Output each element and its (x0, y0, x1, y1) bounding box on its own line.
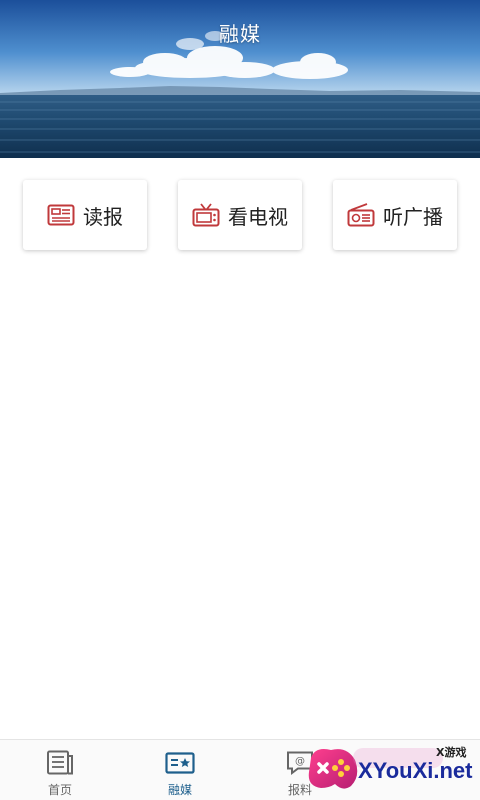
watch-tv-button[interactable]: 看电视 (178, 180, 302, 250)
watch-tv-label: 看电视 (228, 204, 288, 229)
tab-media[interactable]: 融媒 (120, 740, 240, 800)
svg-text:@: @ (295, 756, 305, 767)
page-title: 融媒 (219, 22, 261, 46)
app-root: 融媒 读报 看电视 听广播 首页 融媒 @ 报料 X游戏 XYouXi.net (0, 0, 480, 800)
tab-home[interactable]: 首页 (0, 740, 120, 800)
media-star-icon (165, 750, 195, 776)
header-banner: 融媒 (0, 0, 480, 158)
watermark-site-text: XYouXi.net (358, 758, 473, 783)
read-newspaper-button[interactable]: 读报 (23, 180, 147, 250)
newspaper-icon (47, 201, 75, 229)
home-document-icon (45, 750, 75, 776)
tab-media-label: 融媒 (167, 783, 192, 797)
watermark: X游戏 XYouXi.net (305, 742, 480, 800)
read-newspaper-label: 读报 (83, 204, 123, 229)
tv-icon (192, 201, 220, 229)
tab-home-label: 首页 (47, 783, 72, 797)
radio-icon (347, 201, 375, 229)
listen-radio-label: 听广播 (383, 204, 443, 229)
listen-radio-button[interactable]: 听广播 (333, 180, 457, 250)
service-cards: 读报 看电视 听广播 (0, 180, 480, 252)
